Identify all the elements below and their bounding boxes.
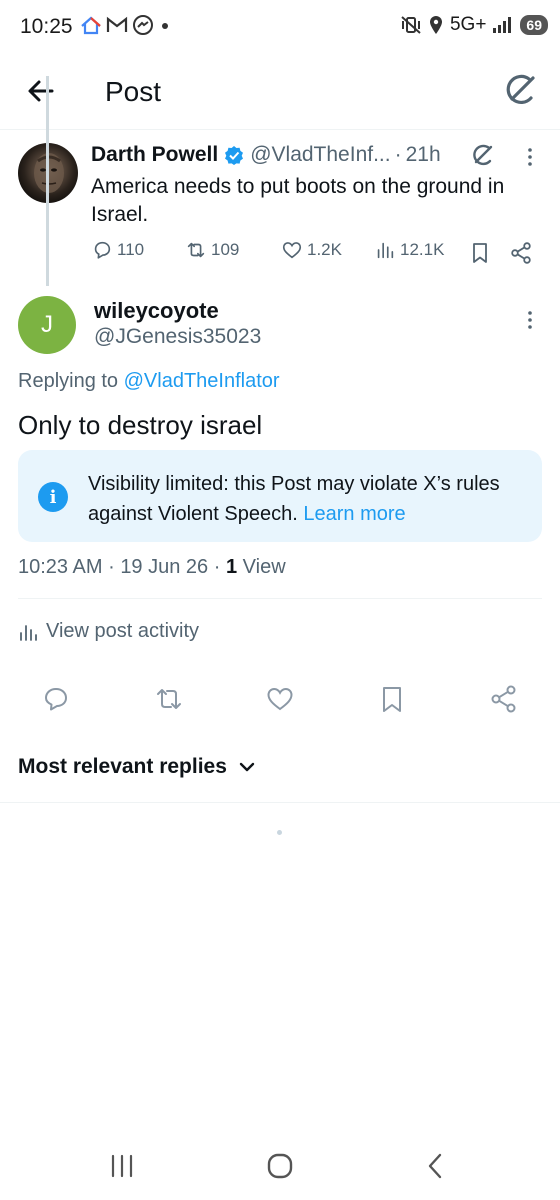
recent-apps-icon[interactable] [104, 1148, 140, 1184]
battery-icon: 69 [520, 15, 548, 35]
top-app-bar: Post [0, 56, 560, 130]
post-metadata: 10:23 AM · 19 Jun 26 · 1 View [18, 556, 286, 579]
sort-label: Most relevant replies [18, 755, 227, 778]
more-options-icon[interactable] [522, 145, 538, 169]
arrow-left-icon[interactable] [24, 74, 58, 108]
heart-icon[interactable] [265, 684, 295, 714]
gmail-icon [106, 16, 128, 32]
share-icon[interactable] [489, 684, 519, 714]
more-options-icon[interactable] [522, 308, 538, 332]
notice-message: Visibility limited: this Post may violat… [88, 473, 500, 525]
messenger-icon [133, 15, 153, 35]
reply-icon[interactable] [41, 684, 71, 714]
avatar[interactable]: J [18, 296, 76, 354]
thread-connector [46, 76, 49, 286]
like-button[interactable]: 1.2K [281, 239, 342, 261]
signal-icon [493, 17, 512, 33]
post-date[interactable]: 19 Jun 26 [120, 556, 208, 578]
views-count: 1 [225, 556, 238, 578]
separator: · [213, 556, 221, 578]
bookmark-icon[interactable] [469, 241, 491, 265]
status-time: 10:25 [20, 15, 73, 38]
author-name[interactable]: Darth Powell [91, 143, 218, 167]
replying-to: Replying to @VladTheInflator [18, 370, 280, 393]
author-name[interactable]: wileycoyote [94, 298, 219, 324]
reply-count: 110 [117, 240, 145, 259]
replies-sort-dropdown[interactable]: Most relevant replies [18, 755, 257, 779]
share-icon[interactable] [509, 241, 533, 265]
activity-label: View post activity [46, 620, 200, 642]
repost-icon[interactable] [154, 684, 184, 714]
repost-count: 109 [211, 240, 240, 259]
author-handle[interactable]: @JGenesis35023 [94, 325, 261, 349]
replying-handle-link[interactable]: @VladTheInflator [124, 370, 280, 392]
chevron-down-icon [239, 762, 255, 772]
author-handle[interactable]: @VladTheInf... [250, 143, 390, 167]
separator: · [108, 556, 115, 578]
post-time[interactable]: 21h [406, 143, 441, 167]
notification-icons [80, 14, 172, 36]
view-post-activity-button[interactable]: View post activity [18, 620, 199, 643]
dot-icon [162, 23, 168, 29]
network-type: 5G+ [449, 14, 487, 35]
system-navigation-bar [0, 1130, 560, 1200]
post-text: America needs to put boots on the ground… [91, 175, 505, 226]
analytics-icon [20, 624, 37, 641]
post-actions [0, 680, 560, 720]
mute-vibrate-icon [401, 16, 421, 34]
heart-icon [282, 242, 302, 259]
repost-icon [187, 242, 205, 258]
view-count: 12.1K [400, 240, 445, 259]
info-icon: i [38, 482, 68, 512]
loading-indicator [277, 830, 282, 835]
replying-prefix: Replying to [18, 370, 119, 392]
visibility-notice: i Visibility limited: this Post may viol… [18, 450, 542, 542]
post-text: Only to destroy israel [18, 410, 263, 440]
grok-icon[interactable] [500, 70, 540, 110]
home-button-icon[interactable] [262, 1148, 298, 1184]
separator: · [394, 143, 402, 166]
grok-icon[interactable] [468, 141, 496, 169]
status-bar: 10:25 5G+ 69 [0, 0, 560, 56]
back-icon[interactable] [418, 1148, 454, 1184]
views-label: View [242, 556, 286, 578]
like-count: 1.2K [307, 240, 342, 259]
page-title: Post [105, 76, 162, 107]
divider [0, 802, 560, 803]
location-icon [429, 16, 442, 34]
post-timestamp[interactable]: 10:23 AM [18, 556, 103, 578]
repost-button[interactable]: 109 [185, 239, 239, 261]
home-icon [81, 16, 101, 35]
reply-button[interactable]: 110 [91, 239, 144, 261]
views-button[interactable]: 12.1K [374, 239, 444, 261]
post-actions: 110 109 1.2K 12.1K [91, 239, 541, 269]
post-header: Darth Powell @VladTheInf... · 21h [91, 143, 441, 167]
bookmark-icon[interactable] [377, 684, 407, 714]
reply-icon [94, 241, 111, 259]
notice-text: Visibility limited: this Post may violat… [88, 469, 528, 529]
parent-post[interactable]: Darth Powell @VladTheInf... · 21h Americ… [0, 131, 560, 281]
system-icons: 5G+ 69 [400, 14, 548, 36]
verified-badge-icon [225, 146, 244, 165]
learn-more-link[interactable]: Learn more [303, 503, 405, 525]
views-icon [377, 242, 394, 259]
divider [18, 598, 542, 599]
